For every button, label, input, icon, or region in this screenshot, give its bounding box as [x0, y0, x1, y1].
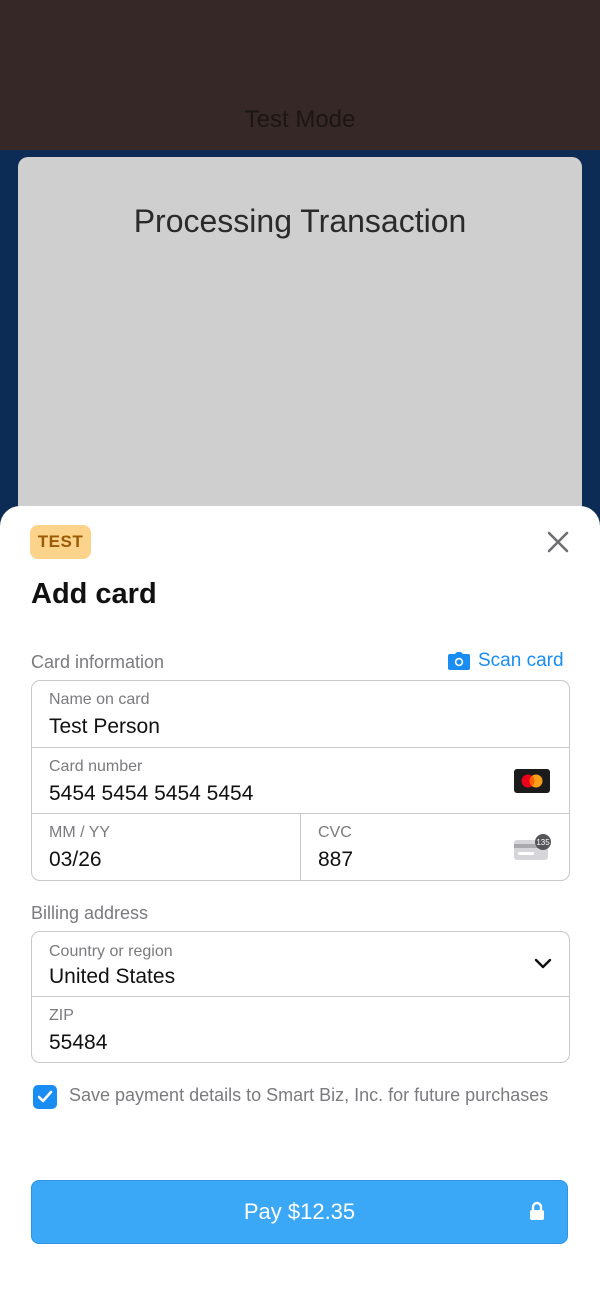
test-mode-title: Test Mode	[244, 106, 356, 133]
lock-icon	[530, 1201, 544, 1220]
save-details-checkbox[interactable]	[33, 1085, 57, 1109]
country-select[interactable]: Country or region United States	[32, 932, 569, 996]
card-number-value: 5454 5454 5454 5454	[49, 782, 254, 805]
card-number-label: Card number	[49, 758, 143, 775]
save-details-row: Save payment details to Smart Biz, Inc. …	[33, 1084, 553, 1109]
scan-card-label: Scan card	[478, 650, 564, 671]
test-badge: TEST	[30, 525, 91, 559]
expiry-value: 03/26	[49, 848, 102, 871]
expiry-field[interactable]: MM / YY 03/26	[32, 814, 300, 880]
add-card-sheet: TEST Add card Card information Scan card…	[0, 506, 600, 1305]
pay-button-label: Pay $12.35	[243, 1199, 356, 1224]
cvc-label: CVC	[318, 824, 352, 841]
zip-value: 55484	[49, 1031, 108, 1054]
zip-field[interactable]: ZIP 55484	[32, 996, 569, 1062]
close-icon	[547, 531, 569, 553]
expiry-cvc-row: MM / YY 03/26 CVC 887 135	[32, 813, 569, 880]
name-on-card-field[interactable]: Name on card Test Person	[32, 681, 569, 747]
cvc-hint-number: 135	[536, 838, 550, 847]
card-information-label: Card information	[31, 652, 165, 672]
mastercard-icon	[514, 769, 550, 793]
close-button[interactable]	[544, 528, 572, 556]
card-number-field[interactable]: Card number 5454 5454 5454 5454	[32, 747, 569, 813]
processing-title: Processing Transaction	[133, 203, 467, 239]
expiry-label: MM / YY	[49, 824, 111, 841]
checkmark-icon	[37, 1090, 53, 1103]
country-label: Country or region	[49, 943, 173, 960]
camera-icon	[448, 652, 470, 670]
name-on-card-label: Name on card	[49, 691, 150, 708]
country-value: United States	[49, 965, 176, 988]
save-details-label: Save payment details to Smart Biz, Inc. …	[69, 1085, 549, 1105]
billing-address-label: Billing address	[31, 903, 149, 923]
cvc-card-icon: 135	[514, 834, 551, 860]
card-information-group: Name on card Test Person Card number 545…	[31, 680, 570, 881]
cvc-value: 887	[318, 848, 354, 871]
sheet-title: Add card	[31, 578, 157, 610]
chevron-down-icon	[534, 958, 552, 969]
zip-label: ZIP	[49, 1007, 74, 1024]
cvc-field[interactable]: CVC 887 135	[300, 814, 569, 880]
pay-button[interactable]: Pay $12.35	[31, 1180, 568, 1244]
billing-address-group: Country or region United States ZIP 5548…	[31, 931, 570, 1063]
name-on-card-value: Test Person	[49, 715, 160, 738]
processing-card: Processing Transaction	[18, 157, 582, 537]
scan-card-button[interactable]: Scan card	[448, 650, 564, 672]
